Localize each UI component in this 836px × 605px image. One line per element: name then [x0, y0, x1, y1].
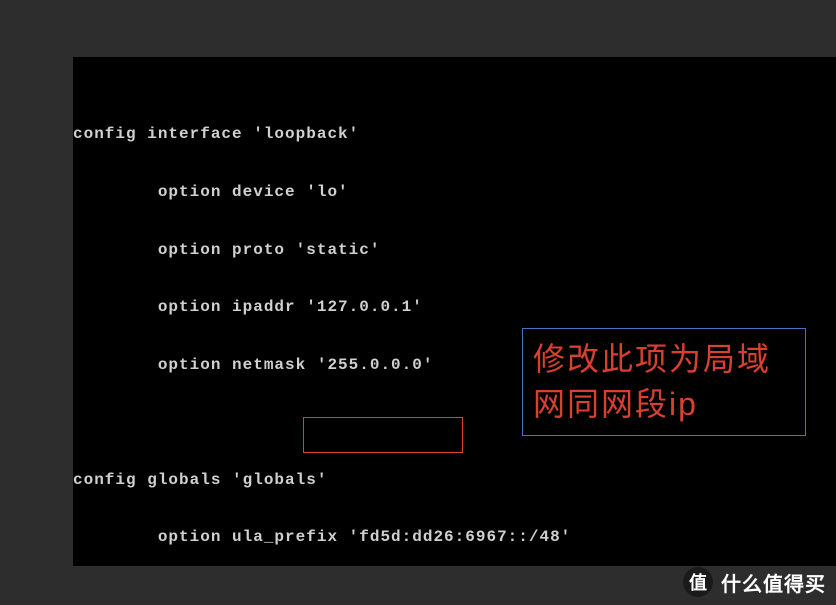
watermark-badge-icon: 值: [683, 567, 713, 597]
config-line: option device 'lo': [73, 183, 836, 202]
annotation-callout: 修改此项为局域网同网段ip: [522, 328, 806, 436]
terminal-content: config interface 'loopback' option devic…: [73, 87, 836, 566]
config-line: option ula_prefix 'fd5d:dd26:6967::/48': [73, 528, 836, 547]
config-line: config interface 'loopback': [73, 125, 836, 144]
annotation-text: 修改此项为局域网同网段ip: [533, 341, 771, 422]
config-line: option proto 'static': [73, 241, 836, 260]
watermark: 值 什么值得买: [683, 567, 826, 597]
watermark-text: 什么值得买: [721, 568, 826, 597]
config-line: config globals 'globals': [73, 471, 836, 490]
terminal-window[interactable]: config interface 'loopback' option devic…: [73, 57, 836, 566]
config-line: option ipaddr '127.0.0.1': [73, 298, 836, 317]
